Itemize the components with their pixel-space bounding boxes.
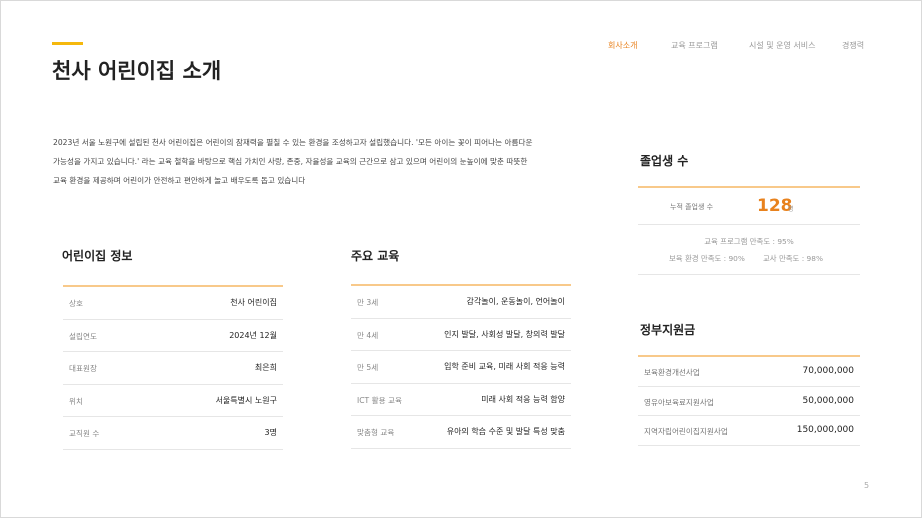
graduates-heading: 졸업생 수 <box>640 154 689 168</box>
intro-line: 가능성을 가지고 있습니다.' 라는 교육 철학을 바탕으로 핵심 가치인 사랑… <box>53 157 528 166</box>
row-label: 지역자립어린이집지원사업 <box>644 427 728 436</box>
table-row: 보육환경개선사업 70,000,000 <box>638 357 860 387</box>
row-label: 만 3세 <box>357 298 379 307</box>
row-value: 50,000,000 <box>802 395 854 406</box>
row-value: 70,000,000 <box>802 366 854 376</box>
row-value: 미래 사회 적응 능력 함양 <box>481 394 565 404</box>
page-title: 천사 어린이집 소개 <box>52 59 222 83</box>
title-accent-bar <box>52 42 83 45</box>
row-value: 천사 어린이집 <box>230 298 277 307</box>
row-label: 상호 <box>69 299 83 308</box>
table-row: 상호 천사 어린이집 <box>63 287 283 320</box>
intro-line: 교육 환경을 제공하며 어린이가 안전하고 편안하게 놀고 배우도록 돕고 있습… <box>53 176 306 185</box>
satisfaction-program: 교육 프로그램 만족도 : 95% <box>704 237 794 246</box>
table-row: 만 5세 입학 준비 교육, 미래 사회 적응 능력 <box>351 351 571 384</box>
intro-paragraph: 2023년 서울 노원구에 설립된 천사 어린이집은 어린이의 잠재력을 펼칠 … <box>53 133 593 190</box>
row-value: 최은희 <box>254 363 277 372</box>
top-nav: 회사소개 교육 프로그램 시설 및 운영 서비스 경쟁력 <box>600 40 880 54</box>
table-row: 지역자립어린이집지원사업 150,000,000 <box>638 416 860 446</box>
row-label: 맞춤형 교육 <box>357 428 395 437</box>
education-table: 만 3세 감각놀이, 운동놀이, 언어놀이 만 4세 인지 발달, 사회성 발달, … <box>351 284 571 449</box>
row-value: 2024년 12월 <box>229 330 277 340</box>
table-row: 영유아보육료지원사업 50,000,000 <box>638 387 860 416</box>
table-row: 설립연도 2024년 12월 <box>63 320 283 352</box>
graduates-count-row: 누적 졸업생 수 128 명 <box>638 188 860 225</box>
row-value: 3명 <box>264 428 277 437</box>
row-value: 유아의 학습 수준 및 발달 특성 맞춤 <box>446 427 565 436</box>
table-row: 위치 서울특별시 노원구 <box>63 385 283 417</box>
subsidy-heading: 정부지원금 <box>640 323 696 337</box>
nav-item-competitiveness[interactable]: 경쟁력 <box>842 40 864 51</box>
nav-item-facilities[interactable]: 시설 및 운영 서비스 <box>749 40 816 51</box>
row-label: 보육환경개선사업 <box>644 368 700 377</box>
graduates-card: 누적 졸업생 수 128 명 교육 프로그램 만족도 : 95% 보육 환경 만… <box>638 186 860 275</box>
row-value: 인지 발달, 사회성 발달, 창의력 발달 <box>444 329 565 339</box>
info-heading: 어린이집 정보 <box>62 249 133 263</box>
satisfaction-teacher: 교사 만족도 : 98% <box>763 254 823 263</box>
row-label: 만 5세 <box>357 363 379 372</box>
row-value: 서울특별시 노원구 <box>215 395 277 405</box>
intro-line: 2023년 서울 노원구에 설립된 천사 어린이집은 어린이의 잠재력을 펼칠 … <box>53 138 533 147</box>
table-row: 만 3세 감각놀이, 운동놀이, 언어놀이 <box>351 286 571 319</box>
graduates-label: 누적 졸업생 수 <box>670 203 714 211</box>
row-label: 교직원 수 <box>69 429 100 438</box>
table-row: 맞춤형 교육 유아의 학습 수준 및 발달 특성 맞춤 <box>351 416 571 449</box>
row-value: 감각놀이, 운동놀이, 언어놀이 <box>466 297 566 306</box>
row-label: 만 4세 <box>357 330 379 340</box>
row-label: 설립연도 <box>69 331 97 341</box>
row-value: 150,000,000 <box>796 425 854 435</box>
row-value: 입학 준비 교육, 미래 사회 적응 능력 <box>444 362 565 371</box>
table-row: 만 4세 인지 발달, 사회성 발달, 창의력 발달 <box>351 319 571 351</box>
row-label: 위치 <box>69 396 83 406</box>
info-table: 상호 천사 어린이집 설립연도 2024년 12월 대표원장 최은희 위치 서울특별시 … <box>63 285 283 450</box>
graduates-unit: 명 <box>788 206 794 213</box>
table-row: ICT 활용 교육 미래 사회 적응 능력 함양 <box>351 384 571 416</box>
satisfaction-row: 교육 프로그램 만족도 : 95% 보육 환경 만족도 : 90% 교사 만족도… <box>638 225 860 275</box>
table-row: 대표원장 최은희 <box>63 352 283 385</box>
row-label: 영유아보육료지원사업 <box>644 397 714 407</box>
satisfaction-environment: 보육 환경 만족도 : 90% <box>669 254 745 263</box>
table-row: 교직원 수 3명 <box>63 417 283 450</box>
nav-item-programs[interactable]: 교육 프로그램 <box>671 40 718 51</box>
subsidy-table: 보육환경개선사업 70,000,000 영유아보육료지원사업 50,000,000 … <box>638 355 860 446</box>
row-label: ICT 활용 교육 <box>357 395 402 405</box>
education-heading: 주요 교육 <box>351 249 400 263</box>
row-label: 대표원장 <box>69 364 97 373</box>
nav-item-company[interactable]: 회사소개 <box>608 40 637 51</box>
page-number: 5 <box>864 481 870 490</box>
